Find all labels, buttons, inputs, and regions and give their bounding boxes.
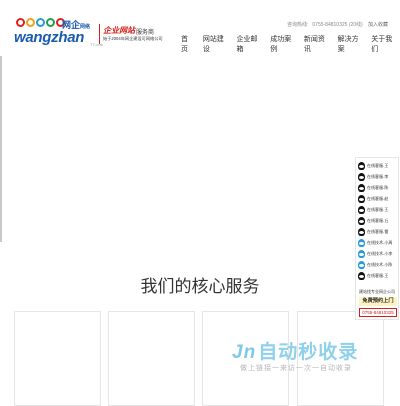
qq-icon: [358, 162, 365, 170]
logo-tagline-box: 企业网站 服务商 始于2004年网企建设可网络公司: [92, 22, 163, 46]
qq-icon: [358, 272, 365, 280]
service-card[interactable]: [14, 311, 101, 406]
main-nav: 首页 网站建设 企业邮箱 成功案例 新闻资讯 解决方案 关于我们: [176, 35, 400, 55]
qq-icon: [358, 261, 365, 269]
side-panel-phone: 0755-84810325: [359, 308, 397, 317]
qq-icon: [358, 217, 365, 225]
site-logo[interactable]: 网企网络 wangzhan TT.com 企业网站 服务商 始于2004年网企建…: [14, 18, 164, 50]
service-card[interactable]: [108, 311, 195, 406]
logo-tag-desc: 始于2004年网企建设可网络公司: [103, 36, 163, 41]
nav-news[interactable]: 新闻资讯: [299, 35, 333, 55]
site-header: 网企网络 wangzhan TT.com 企业网站 服务商 始于2004年网企建…: [0, 0, 400, 55]
qq-icon: [358, 228, 365, 236]
service-contact[interactable]: 在线技术-小陈: [358, 260, 392, 270]
nav-cases[interactable]: 成功案例: [265, 35, 299, 55]
logo-tag-service: 服务商: [136, 30, 155, 36]
online-service-panel: 在线客服-王 在线客服-李 在线客服-陈 在线客服-赵 在线客服-王 在线客服-…: [355, 157, 399, 320]
qq-icon: [358, 239, 365, 247]
service-contact[interactable]: 在线客服-王: [358, 205, 388, 215]
logo-wordmark: wangzhan: [14, 29, 85, 46]
add-favorite-link[interactable]: 加入收藏: [368, 21, 388, 28]
qq-icon: [358, 184, 365, 192]
nav-about[interactable]: 关于我们: [366, 35, 400, 55]
section-title: 我们的核心服务: [140, 277, 260, 296]
hero-banner: [0, 56, 400, 246]
logo-tag-main: 企业网站: [103, 26, 135, 35]
qq-icon: [358, 206, 365, 214]
banner-edge: [0, 56, 2, 242]
nav-enterprise-email[interactable]: 企业邮箱: [232, 35, 266, 55]
watermark-logo: Jn 自动秒收录: [232, 342, 359, 363]
service-contact[interactable]: 在线技术-小李: [358, 249, 392, 259]
logo-divider: [99, 24, 100, 44]
logo-ring: [36, 18, 45, 27]
service-contact[interactable]: 在线客服-赵: [358, 194, 388, 204]
qq-icon: [358, 250, 365, 258]
watermark: Jn 自动秒收录 做上链接一来访一次一自动收录: [232, 337, 392, 382]
logo-ring: [46, 18, 55, 27]
service-contact[interactable]: 在线客服-李: [358, 172, 388, 182]
side-panel-note: 建站找专业网企公司: [359, 289, 395, 294]
nav-website-building[interactable]: 网站建设: [198, 35, 232, 55]
service-contact[interactable]: 在线技术-小周: [358, 238, 392, 248]
qq-icon: [358, 173, 365, 181]
service-contact[interactable]: 在线客服-王: [358, 161, 388, 171]
service-contact[interactable]: 在线客服-陈: [358, 183, 388, 193]
service-contact[interactable]: 在线客服-雷: [358, 227, 388, 237]
hotline: 咨询热线: 0755-84810325 (20线): [287, 21, 363, 28]
watermark-subtitle: 做上链接一来访一次一自动收录: [240, 365, 352, 372]
service-contact[interactable]: 在线客服-王: [358, 271, 388, 281]
service-contact[interactable]: 在线客服-丘: [358, 216, 388, 226]
logo-ring: [26, 18, 35, 27]
book-visit-button[interactable]: 免费预约上门: [359, 297, 397, 306]
nav-solutions[interactable]: 解决方案: [333, 35, 367, 55]
qq-icon: [358, 195, 365, 203]
hotline-number: 0755-84810325 (20线): [312, 22, 363, 28]
nav-home[interactable]: 首页: [176, 35, 198, 55]
hotline-label: 咨询热线:: [287, 22, 309, 28]
logo-ring: [16, 18, 25, 27]
